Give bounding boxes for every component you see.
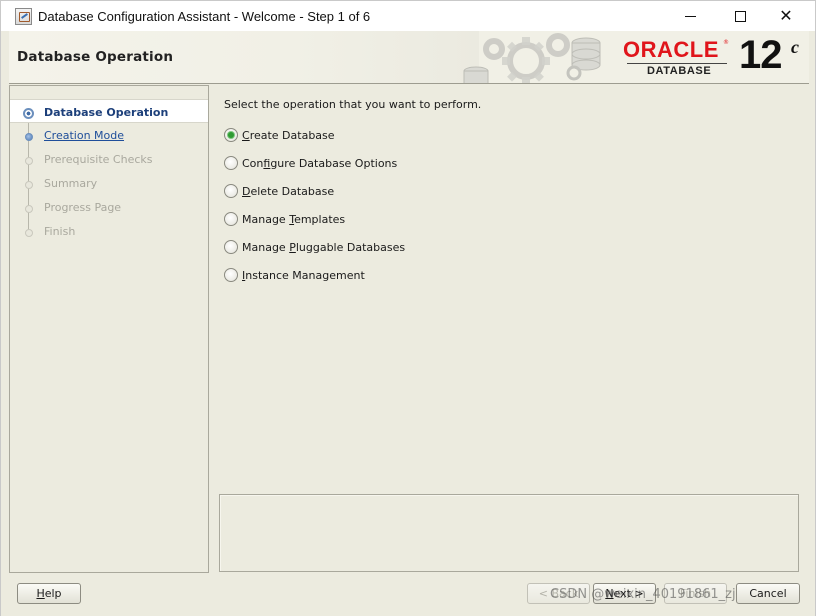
dbca-app-icon [15, 8, 32, 25]
watermark: CSDN @weixin_40191861_zj [550, 587, 736, 602]
nav-step-summary: Summary [10, 171, 208, 195]
radio-button[interactable] [224, 184, 238, 198]
radio-button[interactable] [224, 156, 238, 170]
oracle-database-logo: ORACLE ® DATABASE 12 c [623, 33, 799, 77]
oracle-version: 12 [739, 33, 782, 77]
gears-decoration-icon [463, 33, 601, 83]
main-panel: Select the operation that you want to pe… [211, 85, 809, 573]
close-icon: ✕ [779, 6, 793, 25]
nav-step-finish: Finish [10, 219, 208, 243]
nav-step-creation-mode[interactable]: Creation Mode [10, 123, 208, 147]
minimize-button[interactable] [667, 1, 713, 31]
step-navigation: Database Operation Creation Mode Prerequ… [9, 85, 209, 573]
radio-button[interactable] [224, 128, 238, 142]
option-label: Instance Management [242, 268, 365, 282]
radio-button[interactable] [224, 240, 238, 254]
radio-button[interactable] [224, 212, 238, 226]
step-pending-icon [25, 157, 33, 165]
cancel-button[interactable]: Cancel [736, 583, 800, 604]
option-label: Configure Database Options [242, 156, 398, 170]
step-pending-icon [25, 229, 33, 237]
dialog-frame: Database Operation ORACLE ® DATABASE 12 … [0, 31, 816, 616]
option-label: Manage Templates [242, 212, 346, 226]
details-pane [219, 494, 799, 572]
nav-step-progress-page: Progress Page [10, 195, 208, 219]
option-label: Manage Pluggable Databases [242, 240, 406, 254]
help-button[interactable]: Help [17, 583, 81, 604]
nav-step-label: Database Operation [44, 106, 169, 119]
step-pending-icon [25, 205, 33, 213]
oracle-version-suffix: c [791, 37, 799, 57]
operation-prompt: Select the operation that you want to pe… [224, 98, 482, 111]
header-banner: Database Operation ORACLE ® DATABASE 12 … [9, 31, 809, 84]
title-bar: Database Configuration Assistant - Welco… [0, 0, 816, 31]
step-link-icon [25, 133, 33, 141]
current-step-icon [23, 108, 34, 119]
option-delete-database[interactable]: Delete Database [224, 182, 334, 200]
nav-step-label[interactable]: Creation Mode [44, 129, 124, 142]
oracle-wordmark: ORACLE [623, 37, 719, 62]
nav-step-database-operation[interactable]: Database Operation [10, 99, 208, 123]
option-label: Delete Database [242, 184, 335, 198]
window-title: Database Configuration Assistant - Welco… [38, 9, 371, 24]
minimize-icon [684, 15, 696, 17]
close-button[interactable]: ✕ [763, 1, 809, 31]
option-configure-database-options[interactable]: Configure Database Options [224, 154, 397, 172]
option-label: Create Database [242, 128, 335, 142]
nav-step-prerequisite-checks: Prerequisite Checks [10, 147, 208, 171]
step-pending-icon [25, 181, 33, 189]
nav-step-label: Summary [44, 177, 98, 190]
option-manage-pluggable-databases[interactable]: Manage Pluggable Databases [224, 238, 405, 256]
nav-step-label: Progress Page [44, 201, 122, 214]
option-manage-templates[interactable]: Manage Templates [224, 210, 345, 228]
radio-button[interactable] [224, 268, 238, 282]
oracle-product-label: DATABASE [647, 65, 712, 77]
option-instance-management[interactable]: Instance Management [224, 266, 365, 284]
option-create-database[interactable]: Create Database [224, 126, 335, 144]
maximize-icon [734, 10, 746, 22]
page-title: Database Operation [17, 49, 174, 65]
nav-step-label: Finish [44, 225, 76, 238]
nav-step-label: Prerequisite Checks [44, 153, 153, 166]
maximize-button[interactable] [717, 1, 763, 31]
